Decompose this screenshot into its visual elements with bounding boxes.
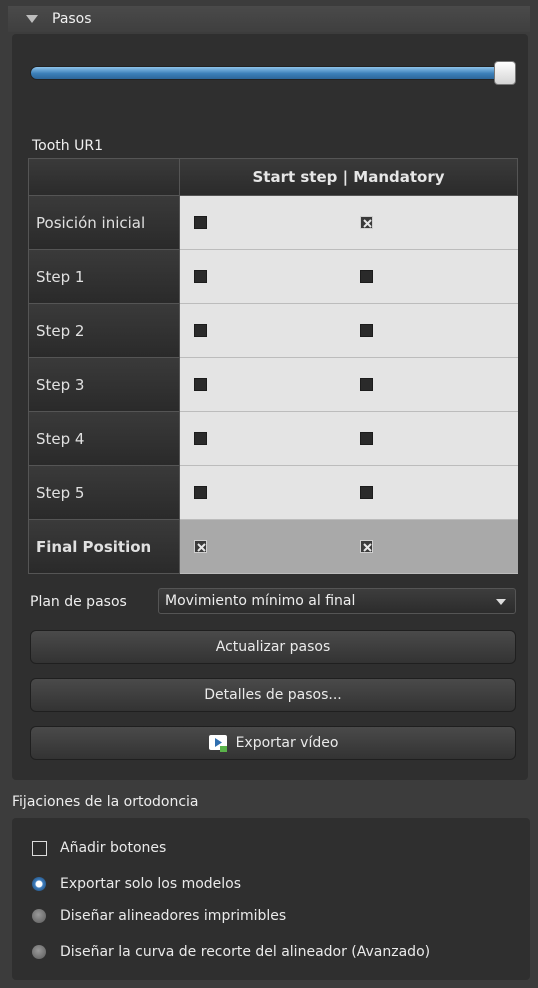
tooth-label: Tooth UR1 xyxy=(32,138,103,154)
radio-selected-icon[interactable] xyxy=(32,877,46,891)
radio-icon[interactable] xyxy=(32,909,46,923)
mandatory-checkbox[interactable] xyxy=(360,540,373,553)
row-label: Final Position xyxy=(28,520,180,574)
add-buttons-label: Añadir botones xyxy=(60,840,167,856)
start-step-checkbox[interactable] xyxy=(194,486,207,499)
table-row: Step 4 xyxy=(28,412,518,466)
steps-table: Start step | Mandatory Posición inicial … xyxy=(28,158,518,574)
step-slider-track[interactable] xyxy=(30,66,512,80)
chevron-down-icon[interactable] xyxy=(496,599,506,605)
section-title: Pasos xyxy=(52,11,92,27)
row-label: Step 4 xyxy=(28,412,180,466)
row-cells xyxy=(180,412,518,466)
table-row: Step 1 xyxy=(28,250,518,304)
table-row: Step 5 xyxy=(28,466,518,520)
export-video-label: Exportar vídeo xyxy=(235,735,339,751)
fijaciones-title: Fijaciones de la ortodoncia xyxy=(12,794,199,810)
start-step-checkbox[interactable] xyxy=(194,378,207,391)
plan-label: Plan de pasos xyxy=(30,594,127,610)
mandatory-checkbox[interactable] xyxy=(360,216,373,229)
radio-label: Exportar solo los modelos xyxy=(60,876,242,892)
mandatory-checkbox[interactable] xyxy=(360,378,373,391)
row-cells xyxy=(180,250,518,304)
row-cells xyxy=(180,466,518,520)
mandatory-checkbox[interactable] xyxy=(360,270,373,283)
table-header: Start step | Mandatory xyxy=(28,158,518,196)
start-step-checkbox[interactable] xyxy=(194,270,207,283)
table-row: Posición inicial xyxy=(28,196,518,250)
table-row-selected: Final Position xyxy=(28,520,518,574)
collapse-triangle-icon[interactable] xyxy=(26,15,38,23)
update-steps-button[interactable]: Actualizar pasos xyxy=(30,630,516,664)
mandatory-checkbox[interactable] xyxy=(360,324,373,337)
row-label: Step 3 xyxy=(28,358,180,412)
column-header: Start step | Mandatory xyxy=(180,158,518,196)
start-step-checkbox[interactable] xyxy=(194,324,207,337)
row-label: Step 2 xyxy=(28,304,180,358)
table-row: Step 2 xyxy=(28,304,518,358)
start-step-checkbox[interactable] xyxy=(194,432,207,445)
row-cells xyxy=(180,520,518,574)
step-details-button[interactable]: Detalles de pasos... xyxy=(30,678,516,712)
mandatory-checkbox[interactable] xyxy=(360,432,373,445)
row-cells xyxy=(180,196,518,250)
radio-printable-aligners[interactable]: Diseñar alineadores imprimibles xyxy=(32,908,286,924)
step-slider-handle[interactable] xyxy=(494,61,516,85)
steps-panel-root: Pasos Tooth UR1 Start step | Mandatory P… xyxy=(0,0,538,988)
table-row: Step 3 xyxy=(28,358,518,412)
start-step-checkbox[interactable] xyxy=(194,540,207,553)
start-step-checkbox[interactable] xyxy=(194,216,207,229)
table-corner xyxy=(28,158,180,196)
row-label: Step 5 xyxy=(28,466,180,520)
export-video-button[interactable]: Exportar vídeo xyxy=(30,726,516,760)
add-buttons-checkbox[interactable]: Añadir botones xyxy=(32,840,166,856)
row-label: Posición inicial xyxy=(28,196,180,250)
radio-export-models[interactable]: Exportar solo los modelos xyxy=(32,876,241,892)
row-cells xyxy=(180,304,518,358)
plan-dropdown[interactable]: Movimiento mínimo al final xyxy=(158,588,516,614)
radio-icon[interactable] xyxy=(32,945,46,959)
radio-label: Diseñar alineadores imprimibles xyxy=(60,908,287,924)
plan-value: Movimiento mínimo al final xyxy=(165,593,356,609)
pasos-section-header[interactable]: Pasos xyxy=(8,6,530,32)
radio-trim-curve[interactable]: Diseñar la curva de recorte del alineado… xyxy=(32,944,430,960)
mandatory-checkbox[interactable] xyxy=(360,486,373,499)
play-video-icon xyxy=(208,735,227,752)
row-cells xyxy=(180,358,518,412)
radio-label: Diseñar la curva de recorte del alineado… xyxy=(60,944,431,960)
checkbox-box[interactable] xyxy=(32,840,47,856)
row-label: Step 1 xyxy=(28,250,180,304)
